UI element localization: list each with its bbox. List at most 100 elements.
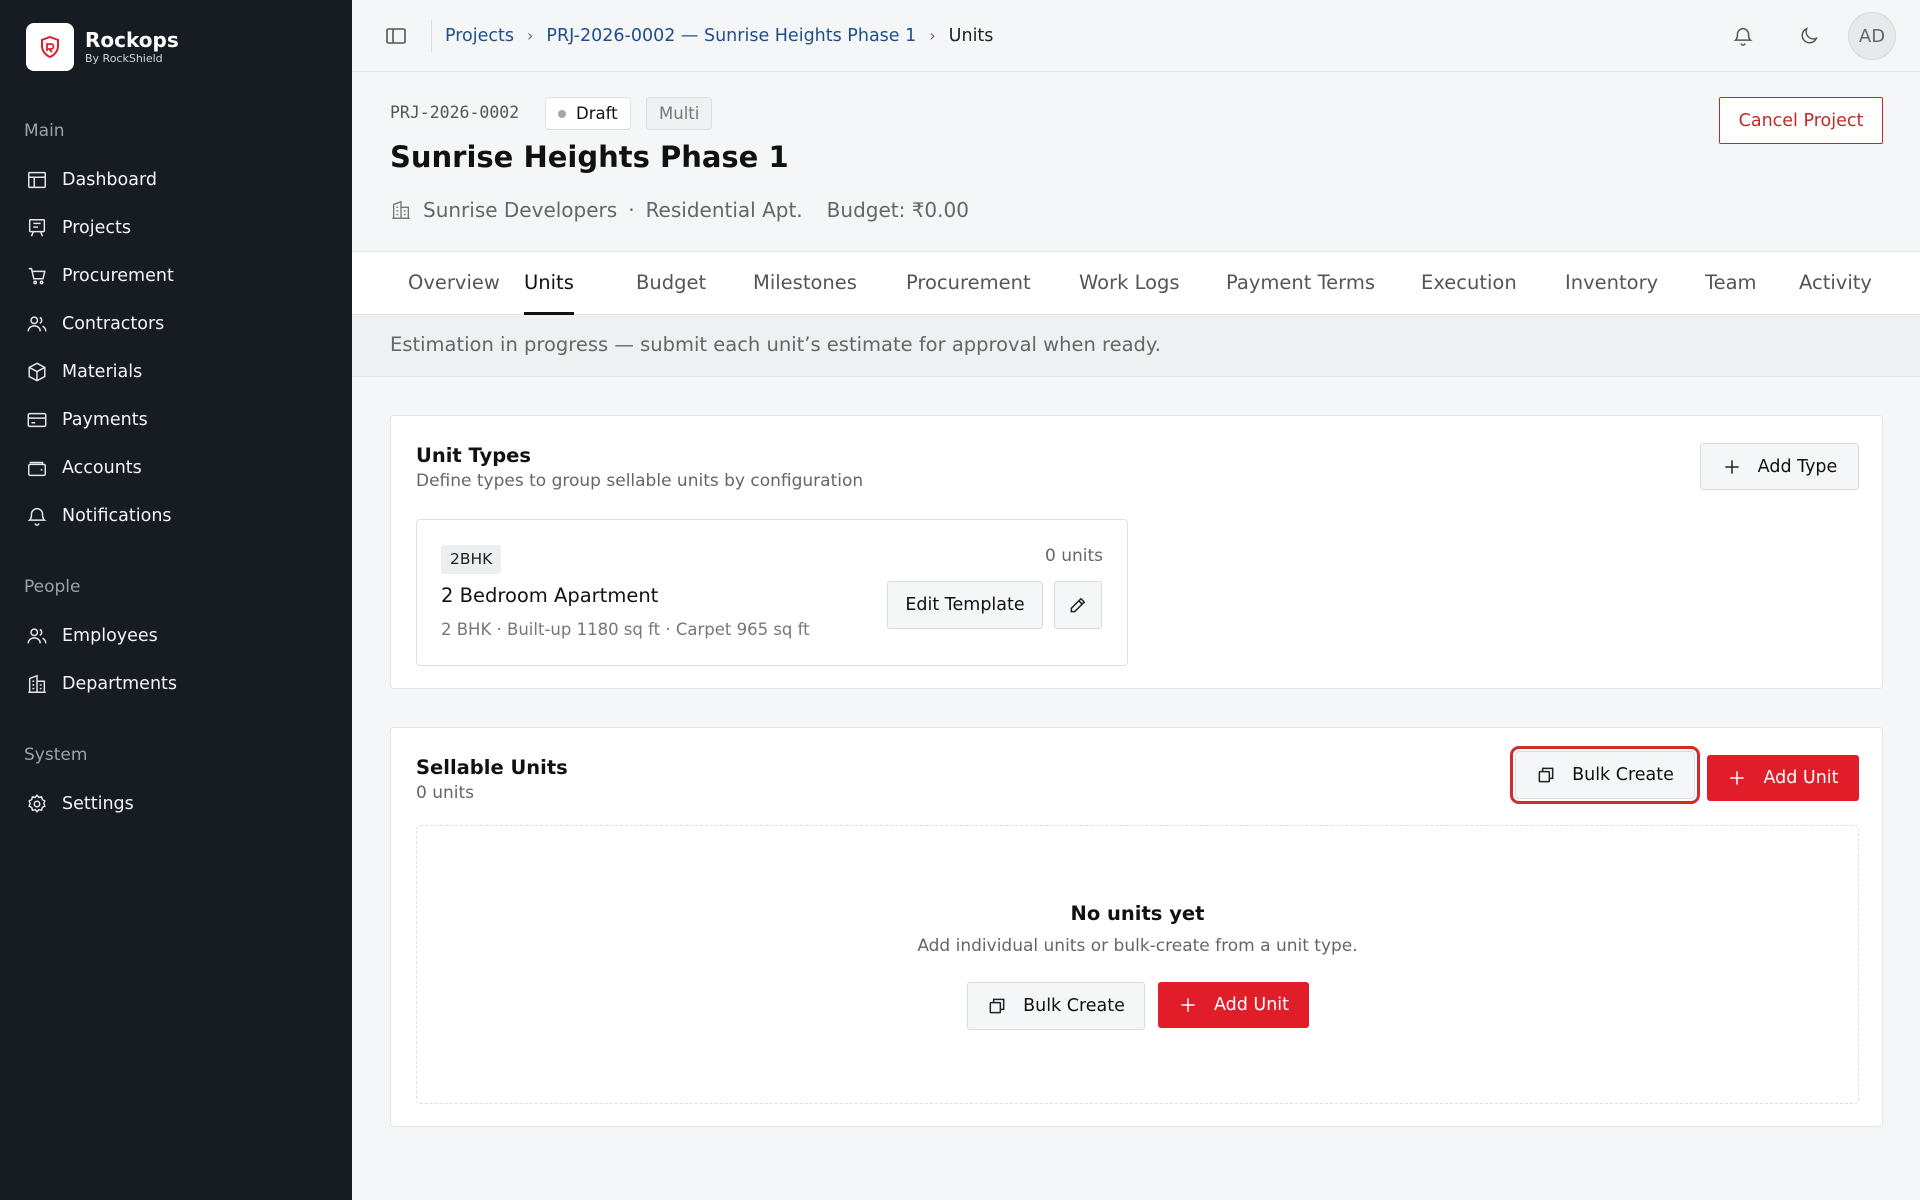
projects-icon (28, 219, 46, 237)
copy-icon (1538, 767, 1554, 783)
sidebar-item-departments[interactable]: Departments (26, 669, 177, 699)
estimation-notice: Estimation in progress — submit each uni… (352, 315, 1920, 377)
brand-subtitle: By RockShield (85, 52, 163, 65)
card-icon (27, 412, 47, 428)
sidebar-item-notifications[interactable]: Notifications (26, 501, 172, 531)
edit-template-button[interactable]: Edit Template (887, 581, 1043, 629)
sidebar-item-label: Notifications (62, 506, 172, 526)
chevron-right-icon: › (527, 26, 534, 45)
tab-units[interactable]: Units (524, 252, 574, 315)
tab-team[interactable]: Team (1705, 252, 1757, 315)
tab-procurement[interactable]: Procurement (906, 252, 1031, 315)
dashboard-icon (28, 171, 46, 189)
breadcrumb-current: Units (948, 26, 994, 46)
sidebar-toggle-icon[interactable] (384, 24, 408, 48)
add-type-button[interactable]: Add Type (1700, 443, 1859, 490)
sidebar-item-label: Payments (62, 410, 148, 430)
tab-inventory[interactable]: Inventory (1565, 252, 1658, 315)
building-icon (28, 674, 46, 693)
theme-toggle-button[interactable] (1795, 22, 1823, 50)
meta-separator: · (628, 198, 635, 222)
copy-icon (989, 998, 1005, 1014)
project-budget: Budget: ₹0.00 (826, 198, 969, 222)
topbar-divider (431, 20, 432, 52)
bell-icon (1733, 28, 1753, 46)
mode-badge: Multi (646, 97, 713, 130)
sidebar: Rockops By RockShield Main Dashboard Pro… (0, 0, 352, 1200)
tab-work-logs[interactable]: Work Logs (1079, 252, 1180, 315)
users-icon (27, 316, 47, 332)
sidebar-item-accounts[interactable]: Accounts (26, 453, 142, 483)
sidebar-item-contractors[interactable]: Contractors (26, 309, 164, 339)
empty-add-unit-button[interactable]: Add Unit (1158, 982, 1309, 1028)
empty-add-unit-label: Add Unit (1213, 995, 1290, 1015)
empty-bulk-create-label: Bulk Create (1023, 996, 1125, 1016)
breadcrumb: Projects › PRJ-2026-0002 — Sunrise Heigh… (445, 22, 993, 50)
building-icon (392, 200, 410, 219)
unit-type-count: 0 units (1044, 546, 1103, 566)
section-main-label: Main (24, 121, 65, 141)
sidebar-item-label: Employees (62, 626, 158, 646)
sidebar-item-label: Projects (62, 218, 131, 238)
empty-state-title: No units yet (1070, 902, 1205, 925)
brand-name: Rockops (85, 28, 179, 52)
breadcrumb-project[interactable]: PRJ-2026-0002 — Sunrise Heights Phase 1 (546, 22, 916, 50)
pencil-icon (1070, 597, 1086, 613)
gear-icon (28, 794, 46, 813)
plus-icon (1725, 459, 1739, 474)
unit-type-code: 2BHK (441, 545, 502, 574)
bulk-create-label: Bulk Create (1572, 765, 1674, 785)
moon-icon (1801, 27, 1818, 44)
sidebar-item-procurement[interactable]: Procurement (26, 261, 174, 291)
unit-type-name: 2 Bedroom Apartment (441, 584, 659, 607)
cancel-project-button[interactable]: Cancel Project (1719, 97, 1883, 144)
sidebar-item-label: Materials (62, 362, 143, 382)
status-badge: Draft (545, 97, 631, 130)
bell-icon (27, 508, 47, 526)
project-developer: Sunrise Developers (423, 198, 618, 222)
page-title: Sunrise Heights Phase 1 (390, 140, 789, 174)
empty-state: No units yet Add individual units or bul… (416, 825, 1859, 1104)
empty-bulk-create-button[interactable]: Bulk Create (967, 982, 1145, 1030)
project-category: Residential Apt. (645, 198, 803, 222)
chevron-right-icon: › (929, 26, 936, 45)
notifications-button[interactable] (1729, 22, 1757, 50)
users-icon (27, 628, 47, 644)
tab-payment-terms[interactable]: Payment Terms (1226, 252, 1375, 315)
tab-execution[interactable]: Execution (1421, 252, 1517, 315)
sidebar-item-dashboard[interactable]: Dashboard (26, 165, 157, 195)
breadcrumb-projects[interactable]: Projects (445, 22, 514, 50)
tab-milestones[interactable]: Milestones (753, 252, 857, 315)
sidebar-item-payments[interactable]: Payments (26, 405, 148, 435)
unit-types-title: Unit Types (416, 444, 532, 467)
plus-icon (1730, 771, 1745, 785)
project-code: PRJ-2026-0002 (390, 103, 520, 122)
tab-budget[interactable]: Budget (636, 252, 706, 315)
rockshield-logo-icon (26, 23, 74, 71)
status-dot-icon (558, 109, 566, 118)
box-icon (28, 362, 46, 382)
sidebar-item-label: Dashboard (62, 170, 157, 190)
tab-activity[interactable]: Activity (1799, 252, 1872, 315)
sidebar-item-projects[interactable]: Projects (26, 213, 131, 243)
avatar[interactable]: AD (1848, 12, 1896, 60)
brand[interactable]: Rockops By RockShield (26, 23, 179, 71)
sidebar-item-employees[interactable]: Employees (26, 621, 158, 651)
edit-type-button[interactable] (1054, 581, 1102, 629)
wallet-icon (28, 461, 46, 477)
sidebar-item-label: Procurement (62, 266, 174, 286)
sellable-units-card: Sellable Units 0 units Bulk Create Add U… (390, 727, 1883, 1127)
add-unit-label: Add Unit (1763, 768, 1839, 788)
sidebar-item-settings[interactable]: Settings (26, 789, 134, 819)
add-unit-button[interactable]: Add Unit (1707, 755, 1859, 801)
unit-type-specs: 2 BHK · Built-up 1180 sq ft · Carpet 965… (441, 620, 810, 639)
section-people-label: People (24, 577, 81, 597)
empty-state-subtitle: Add individual units or bulk-create from… (917, 936, 1358, 956)
sidebar-item-materials[interactable]: Materials (26, 357, 142, 387)
cart-icon (28, 267, 46, 285)
tab-overview[interactable]: Overview (408, 252, 500, 315)
bulk-create-button[interactable]: Bulk Create (1510, 746, 1700, 804)
plus-icon (1181, 998, 1195, 1012)
unit-types-subtitle: Define types to group sellable units by … (416, 471, 864, 491)
notice-text: Estimation in progress — submit each uni… (390, 333, 1161, 356)
